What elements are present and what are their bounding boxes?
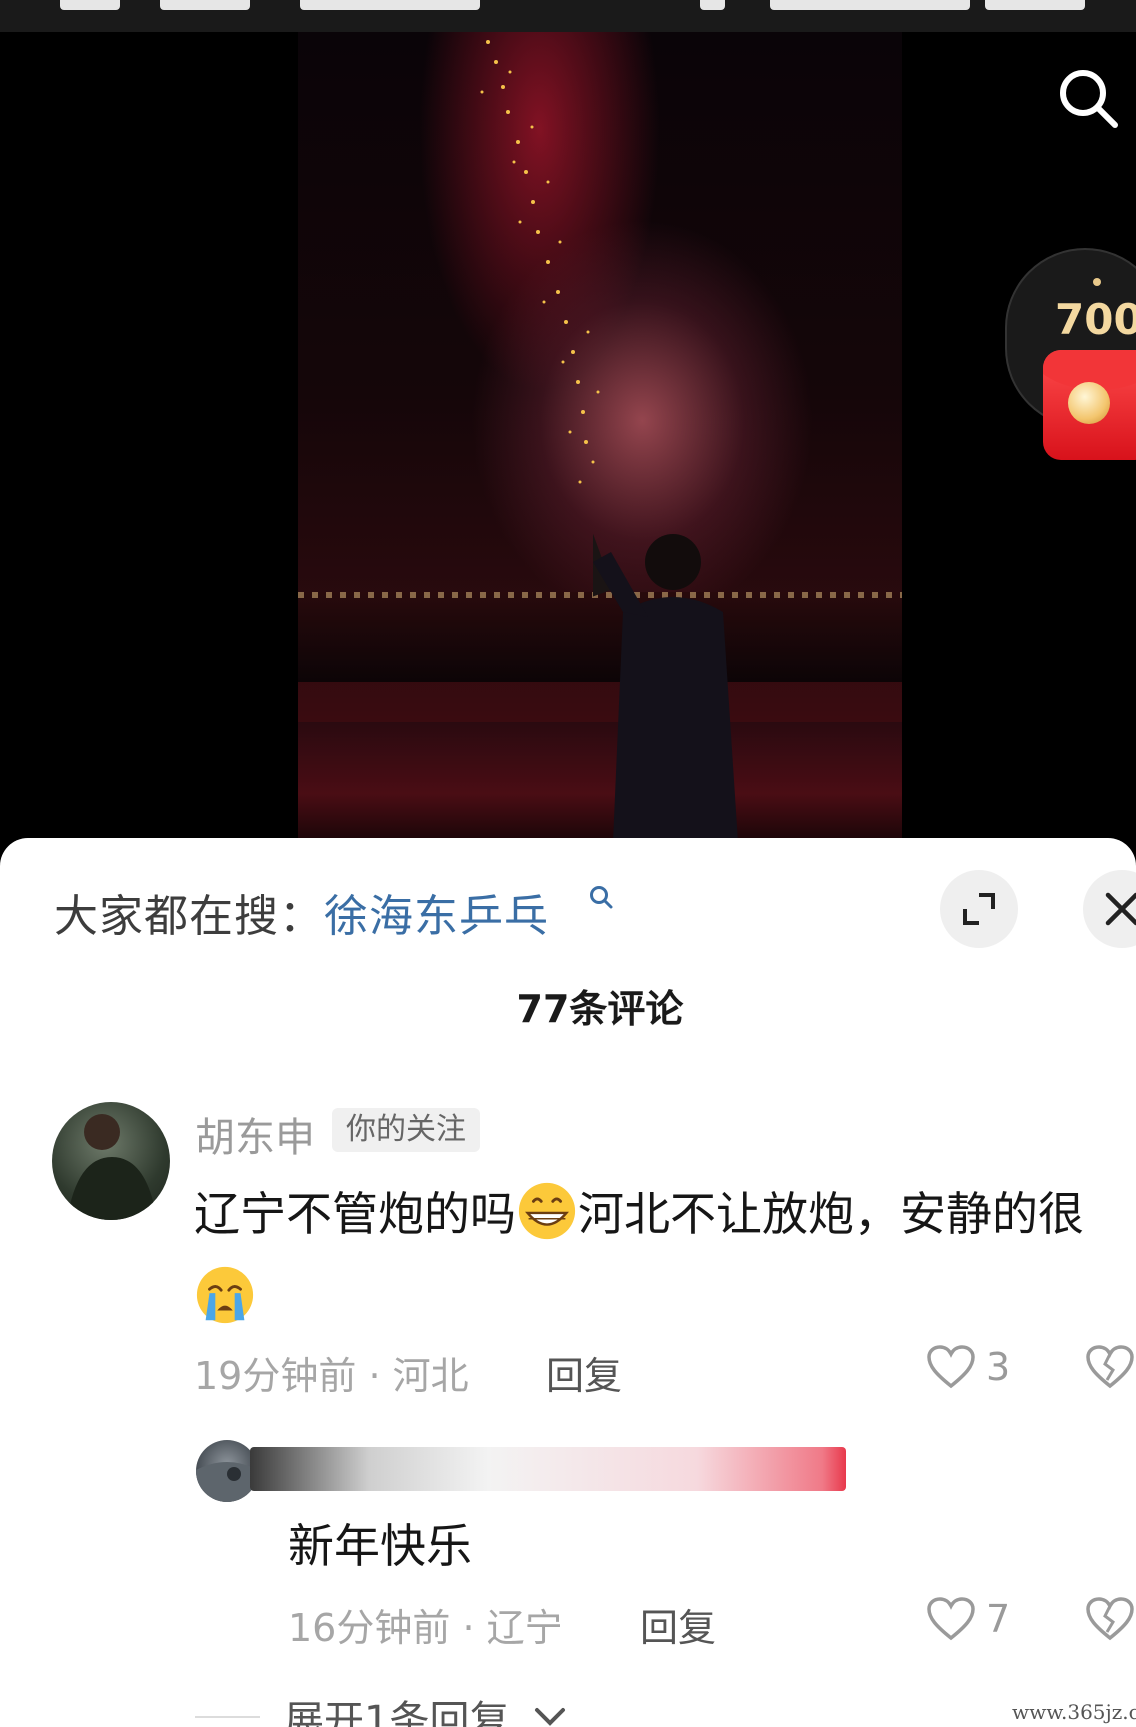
comment-text-part2: 河北不让放炮，安静的很 <box>578 1187 1084 1241</box>
red-packet-indicator-dot <box>1093 278 1101 286</box>
comment-time: 19分钟前 <box>194 1354 357 1398</box>
video-player[interactable] <box>0 32 1136 842</box>
reply-body: 新年快乐 <box>288 1519 472 1573</box>
following-badge: 你的关注 <box>332 1108 480 1152</box>
comment-location: 河北 <box>392 1354 469 1398</box>
search-icon <box>590 886 613 909</box>
reply-meta: 16分钟前 · 辽宁 <box>288 1606 563 1650</box>
reply-button[interactable]: 回复 <box>546 1345 622 1400</box>
comment-body: 辽宁不管炮的吗 河北不让放炮，安静的很 <box>194 1172 1124 1340</box>
like-button[interactable]: 3 <box>926 1344 1010 1390</box>
crying-face-emoji <box>196 1266 254 1324</box>
status-icon-fragment <box>700 0 725 10</box>
grinning-face-emoji <box>518 1182 576 1240</box>
battery-icon <box>985 0 1085 10</box>
status-bar <box>0 0 1136 32</box>
trending-prefix: 大家都在搜： <box>54 891 324 942</box>
divider <box>195 1716 260 1718</box>
reply-username-redacted <box>250 1447 846 1491</box>
watermark: www.365jz.com <box>1012 1700 1136 1724</box>
heart-icon <box>927 1597 975 1641</box>
search-button[interactable] <box>1048 58 1128 138</box>
reply-location: 辽宁 <box>486 1606 563 1650</box>
person-silhouette <box>593 523 738 842</box>
trending-query-link[interactable]: 徐海东乒乓 <box>324 891 549 942</box>
gold-coin-icon <box>1068 382 1110 424</box>
red-packet-count: 700 <box>1055 295 1136 344</box>
reply-avatar-image <box>196 1462 258 1502</box>
search-icon <box>1060 70 1118 128</box>
status-icon-fragment <box>160 0 250 10</box>
reply-like-button[interactable]: 7 <box>926 1596 1010 1642</box>
comment-username[interactable]: 胡东申 <box>195 1105 315 1163</box>
video-frame <box>298 32 902 842</box>
expand-replies-button[interactable]: 展开1条回复 <box>195 1688 567 1727</box>
expand-replies-label: 展开1条回复 <box>284 1698 510 1727</box>
user-avatar-image <box>67 1114 157 1220</box>
reply-time: 16分钟前 <box>288 1606 451 1650</box>
reply-to-reply-button[interactable]: 回复 <box>640 1597 716 1652</box>
status-time-fragment <box>60 0 120 10</box>
broken-heart-icon[interactable] <box>1085 1344 1135 1390</box>
comment-count-title: 77条评论 <box>516 987 684 1031</box>
status-icon-fragment <box>300 0 480 10</box>
reply-avatar[interactable] <box>196 1440 258 1502</box>
comment-text-part1: 辽宁不管炮的吗 <box>194 1187 516 1241</box>
close-icon <box>1105 892 1136 926</box>
heart-icon <box>927 1345 975 1389</box>
expand-icon <box>963 893 995 925</box>
chevron-down-icon <box>535 1708 566 1726</box>
trending-search-bar: 大家都在搜：徐海东乒乓 <box>54 880 549 944</box>
reply-like-count: 7 <box>986 1597 1011 1641</box>
signal-icon <box>770 0 970 10</box>
avatar[interactable] <box>52 1102 170 1220</box>
broken-heart-icon[interactable] <box>1085 1596 1135 1642</box>
expand-button[interactable] <box>940 870 1018 948</box>
fireworks-sparks <box>480 40 600 484</box>
comment-meta: 19分钟前 · 河北 <box>194 1354 469 1398</box>
like-count: 3 <box>986 1345 1011 1389</box>
